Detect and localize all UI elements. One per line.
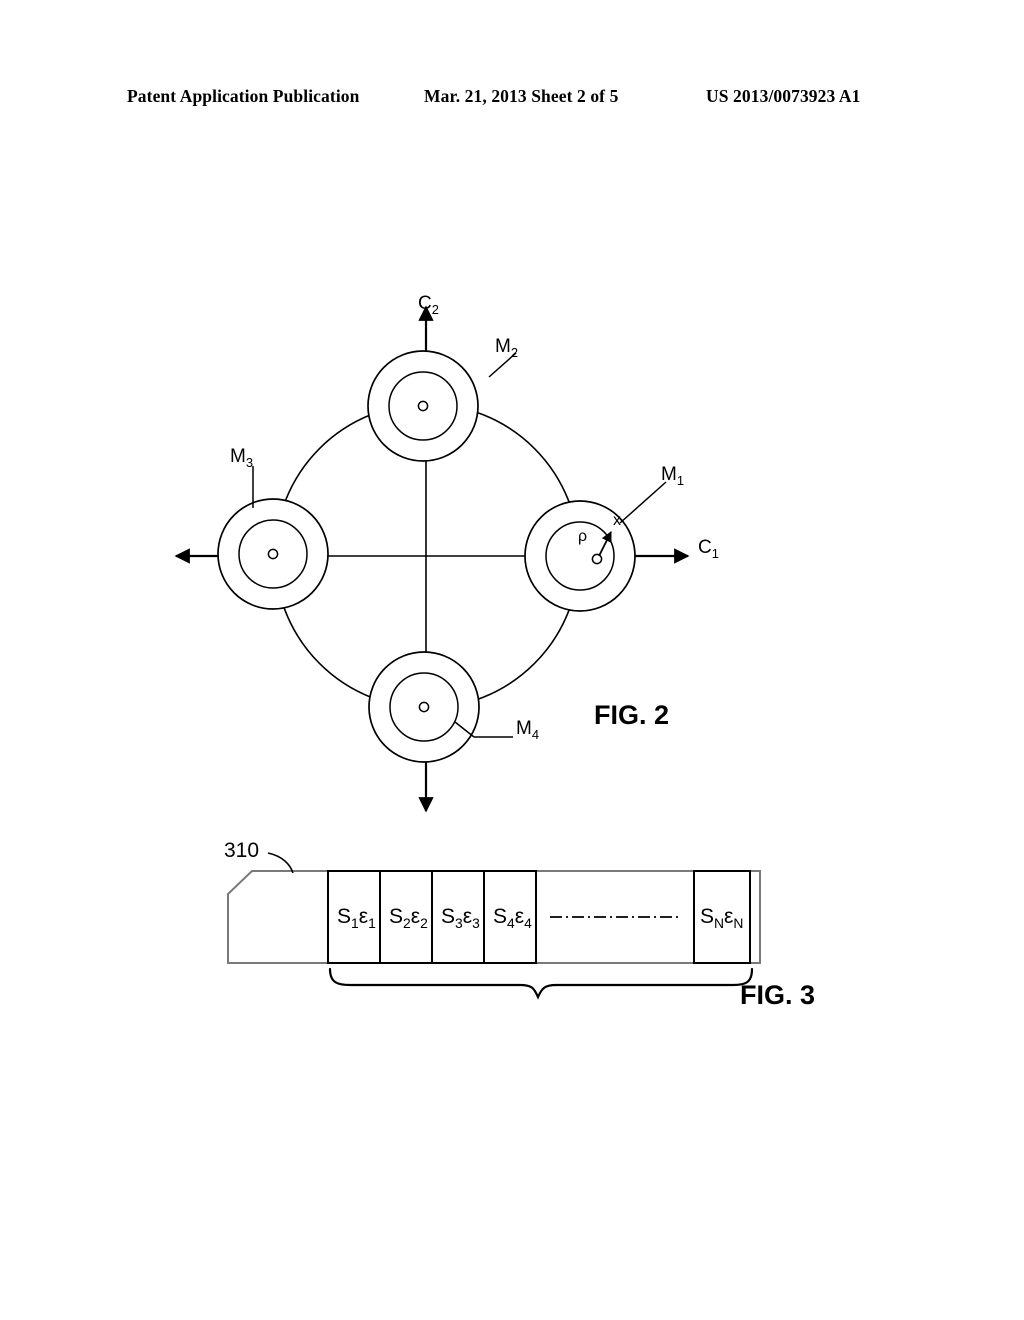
motor-label-m1: M1 xyxy=(661,464,685,488)
motor-m4 xyxy=(368,651,480,763)
motor-m3 xyxy=(217,498,329,610)
motor-m2 xyxy=(367,350,479,462)
figure-3-caption: FIG. 3 xyxy=(740,980,816,1010)
cells-grouping-brace xyxy=(328,967,754,1000)
m1-leader-line xyxy=(619,481,667,524)
strip-cell-label-n: SNεN xyxy=(700,905,744,932)
axis-label-c1: C1 xyxy=(698,537,719,561)
strip-cell-label-3: S3ε3 xyxy=(441,905,480,932)
annotation-label-x: x xyxy=(613,512,621,529)
strip-cell-label-1: S1ε1 xyxy=(337,905,376,932)
motor-label-m2: M2 xyxy=(495,336,519,360)
strip-cell-label-4: S4ε4 xyxy=(493,905,532,932)
strip-cell-label-2: S2ε2 xyxy=(389,905,428,932)
motor-label-m3: M3 xyxy=(230,446,254,470)
figure-artwork xyxy=(174,305,761,1000)
patent-drawing-page: Patent Application Publication Mar. 21, … xyxy=(0,0,1024,1320)
motor-label-m4: M4 xyxy=(516,718,540,742)
figure-2-caption: FIG. 2 xyxy=(594,700,670,730)
annotation-label-rho: ρ xyxy=(578,528,588,545)
reference-numeral-310: 310 xyxy=(224,839,260,862)
fig2-geometry xyxy=(174,305,690,813)
axis-label-c2: C2 xyxy=(418,293,439,317)
